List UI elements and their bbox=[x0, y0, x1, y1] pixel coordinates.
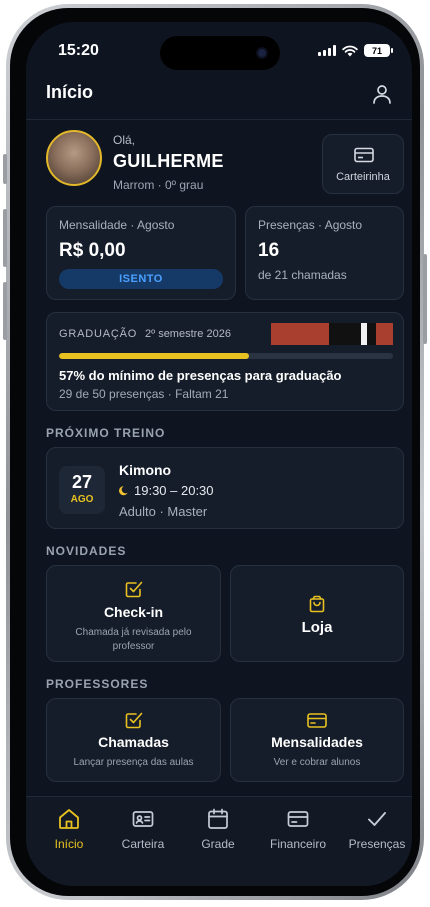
checkmark-icon bbox=[368, 812, 386, 826]
signal-icon bbox=[318, 45, 336, 56]
volume-down-button bbox=[3, 282, 7, 340]
belt-rank: Marrom · 0º grau bbox=[113, 178, 204, 192]
tab-carteira-label: Carteira bbox=[121, 837, 165, 851]
mensalidade-card[interactable]: Mensalidade · Agosto R$ 0,00 ISENTO bbox=[46, 206, 236, 300]
tab-inicio[interactable]: Início bbox=[30, 807, 108, 851]
graduacao-progress bbox=[59, 353, 393, 359]
moon-icon bbox=[119, 486, 128, 496]
carteirinha-button[interactable]: Carteirinha bbox=[322, 134, 404, 194]
id-card-icon bbox=[354, 147, 374, 163]
presencas-card[interactable]: Presenças · Agosto 16 de 21 chamadas bbox=[245, 206, 404, 300]
treino-name: Kimono bbox=[119, 462, 172, 478]
status-time: 15:20 bbox=[58, 42, 99, 59]
camera-icon bbox=[256, 47, 268, 59]
status-bar: 15:20 71 bbox=[26, 22, 412, 78]
credit-card-icon bbox=[307, 713, 327, 728]
checkin-sub: Chamada já revisada pelo professor bbox=[75, 627, 192, 652]
check-square-icon bbox=[125, 712, 142, 729]
loja-title: Loja bbox=[301, 619, 333, 636]
tab-grade[interactable]: Grade bbox=[179, 807, 257, 851]
status-icons: 71 bbox=[318, 44, 393, 57]
chamadas-title: Chamadas bbox=[98, 734, 169, 750]
treino-time: 19:30 – 20:30 bbox=[134, 483, 214, 498]
credit-card-icon bbox=[287, 811, 309, 827]
date-badge: 27 AGO bbox=[59, 466, 105, 514]
mensalidade-label: Mensalidade · Agosto bbox=[59, 218, 175, 232]
tab-inicio-label: Início bbox=[54, 837, 84, 851]
wifi-icon bbox=[342, 45, 358, 56]
date-month: AGO bbox=[70, 494, 94, 505]
graduacao-detail: 29 de 50 presenças · Faltam 21 bbox=[59, 387, 229, 401]
mensalidades-tile[interactable]: Mensalidades Ver e cobrar alunos bbox=[230, 698, 404, 782]
graduacao-label: GRADUAÇÃO bbox=[59, 328, 138, 340]
chamadas-tile[interactable]: Chamadas Lançar presença das aulas bbox=[46, 698, 221, 782]
user-name: GUILHERME bbox=[113, 151, 224, 171]
check-square-icon bbox=[125, 581, 142, 598]
tab-financeiro[interactable]: Financeiro bbox=[259, 807, 337, 851]
app-header: Início bbox=[26, 78, 412, 120]
tab-carteira[interactable]: Carteira bbox=[104, 807, 182, 851]
volume-up-button bbox=[3, 209, 7, 267]
professores-heading: PROFESSORES bbox=[46, 677, 149, 691]
mensalidades-sub: Ver e cobrar alunos bbox=[273, 757, 361, 768]
novidades-heading: NOVIDADES bbox=[46, 544, 127, 558]
graduacao-progress-fill bbox=[59, 353, 250, 359]
proximo-treino-card[interactable]: 27 AGO Kimono 19:30 – 20:30 Adulto · Mas… bbox=[46, 447, 404, 529]
phone-frame: 15:20 71 Início Olá, GUILHERME Marrom · … bbox=[3, 4, 427, 900]
action-button bbox=[3, 154, 7, 184]
home-icon bbox=[59, 809, 79, 829]
dynamic-island bbox=[160, 36, 280, 70]
avatar[interactable] bbox=[46, 130, 102, 186]
treino-class: Adulto · Master bbox=[119, 504, 208, 519]
id-card-icon bbox=[132, 811, 154, 827]
loja-tile[interactable]: Loja bbox=[230, 565, 404, 662]
tab-grade-label: Grade bbox=[201, 837, 235, 851]
checkin-tile[interactable]: Check-in Chamada já revisada pelo profes… bbox=[46, 565, 221, 662]
presencas-label: Presenças · Agosto bbox=[258, 218, 363, 232]
bezel: 15:20 71 Início Olá, GUILHERME Marrom · … bbox=[10, 8, 420, 896]
tab-bar: Início Carteira Grade Financeiro Presenç… bbox=[26, 796, 412, 886]
checkin-title: Check-in bbox=[103, 604, 164, 620]
tab-presencas[interactable]: Presenças bbox=[338, 807, 412, 851]
mensalidades-title: Mensalidades bbox=[271, 734, 363, 750]
graduacao-headline: 57% do mínimo de presenças para graduaçã… bbox=[59, 368, 342, 383]
chamadas-sub: Lançar presença das aulas bbox=[73, 757, 194, 768]
power-button bbox=[423, 254, 427, 344]
screen: 15:20 71 Início Olá, GUILHERME Marrom · … bbox=[26, 22, 412, 886]
battery-icon: 71 bbox=[364, 44, 393, 57]
belt-graphic bbox=[271, 323, 393, 345]
mensalidade-value: R$ 0,00 bbox=[59, 240, 126, 261]
date-day: 27 bbox=[71, 472, 93, 492]
shopping-bag-icon bbox=[309, 595, 325, 613]
graduacao-card[interactable]: GRADUAÇÃO 2º semestre 2026 57% do mínimo… bbox=[46, 312, 404, 411]
presencas-sub: de 21 chamadas bbox=[258, 268, 347, 282]
greeting-text: Olá, bbox=[113, 133, 136, 147]
home-content: Olá, GUILHERME Marrom · 0º grau Carteiri… bbox=[26, 120, 412, 796]
proximo-treino-heading: PRÓXIMO TREINO bbox=[46, 426, 166, 440]
page-title: Início bbox=[46, 82, 94, 102]
user-icon[interactable] bbox=[370, 82, 394, 106]
status-badge: ISENTO bbox=[59, 269, 223, 289]
treino-time-row: 19:30 – 20:30 bbox=[119, 483, 214, 498]
presencas-value: 16 bbox=[258, 240, 280, 261]
tab-presencas-label: Presenças bbox=[348, 837, 406, 851]
carteirinha-label: Carteirinha bbox=[336, 171, 390, 183]
calendar-icon bbox=[208, 808, 228, 829]
tab-financeiro-label: Financeiro bbox=[269, 837, 327, 851]
graduacao-semester: 2º semestre 2026 bbox=[145, 328, 231, 340]
